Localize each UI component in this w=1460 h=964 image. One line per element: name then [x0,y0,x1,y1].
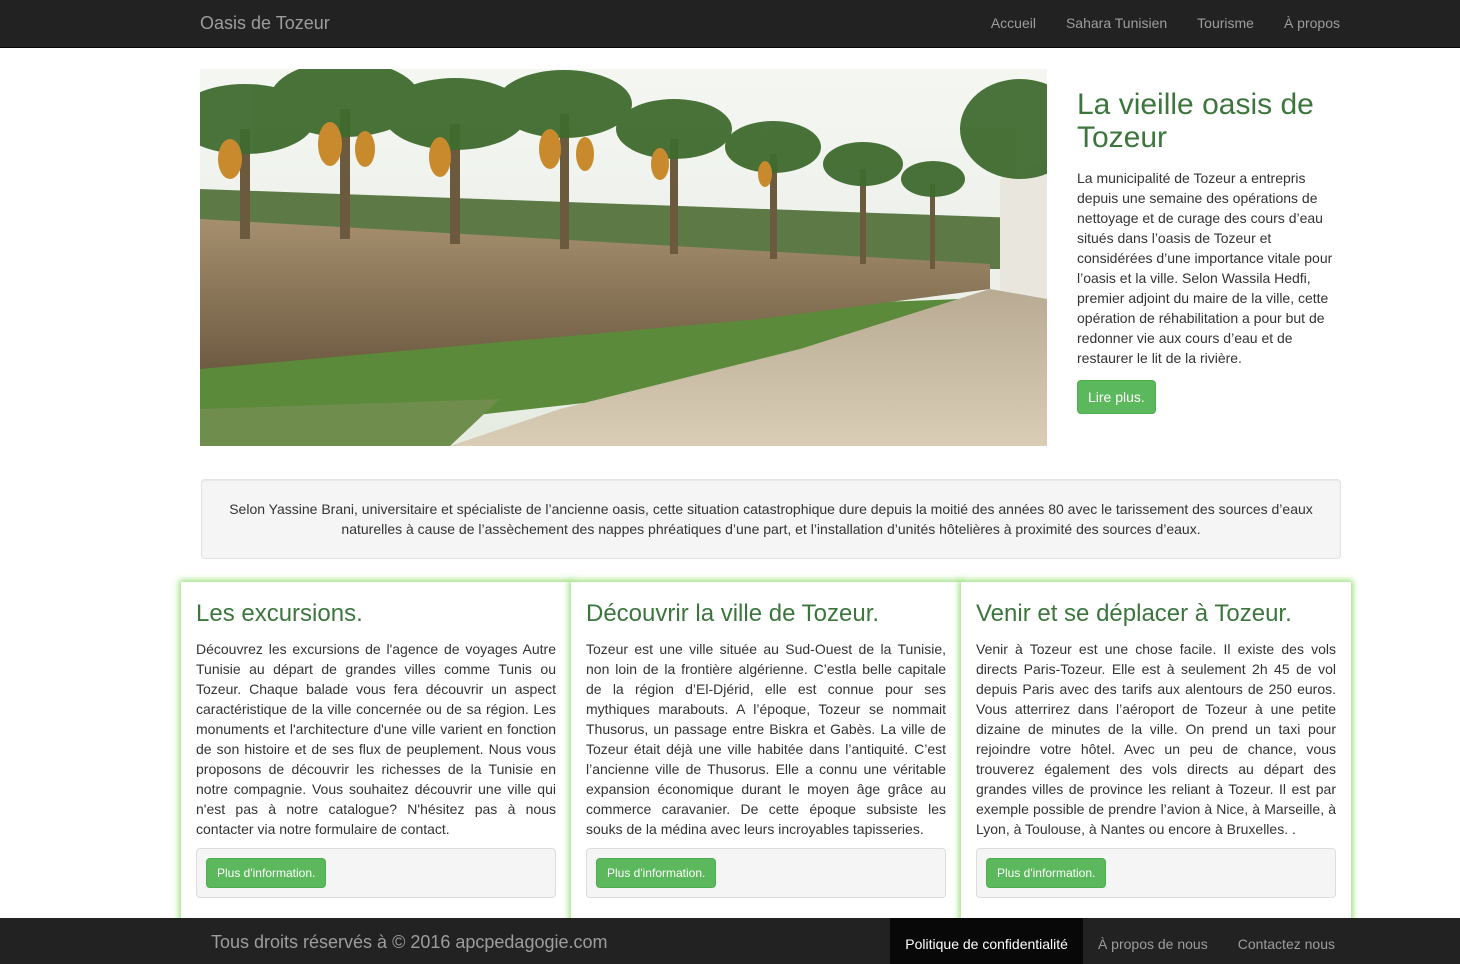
more-info-button[interactable]: Plus d'information. [986,858,1107,888]
hero-text-block: La vieille oasis de Tozeur La municipali… [1077,88,1339,414]
card-body: Découvrez les excursions de l'agence de … [196,641,556,837]
card-excursions: Les excursions. Découvrez les excursions… [181,582,571,927]
footer-link-about[interactable]: À propos de nous [1083,918,1223,964]
footer-link-privacy[interactable]: Politique de confidentialité [890,918,1083,964]
footer-link-contact[interactable]: Contactez nous [1223,918,1350,964]
card-decouvrir-tozeur: Découvrir la ville de Tozeur. Tozeur est… [571,582,961,927]
main-nav: Accueil Sahara Tunisien Tourisme À propo… [976,0,1340,48]
card-venir-tozeur: Venir et se déplacer à Tozeur. Venir à T… [961,582,1351,927]
quote-text: Selon Yassine Brani, universitaire et sp… [229,501,1313,537]
nav-item-a-propos[interactable]: À propos [1269,0,1340,48]
quote-well: Selon Yassine Brani, universitaire et sp… [201,479,1341,559]
top-navbar: Oasis de Tozeur Accueil Sahara Tunisien … [0,0,1460,48]
card-button-panel: Plus d'information. [586,848,946,898]
more-info-button[interactable]: Plus d'information. [596,858,717,888]
card-button-panel: Plus d'information. [196,848,556,898]
footer-nav: Politique de confidentialité À propos de… [890,918,1350,964]
card-title: Venir et se déplacer à Tozeur. [976,600,1292,627]
copyright-text: Tous droits réservés à © 2016 apcpedagog… [211,932,608,952]
nav-item-tourisme[interactable]: Tourisme [1182,0,1269,48]
hero-body: La municipalité de Tozeur a entrepris de… [1077,170,1333,366]
palm-oasis-photo-icon [200,69,1047,446]
card-button-panel: Plus d'information. [976,848,1336,898]
read-more-button[interactable]: Lire plus. [1077,380,1156,414]
nav-item-sahara-tunisien[interactable]: Sahara Tunisien [1051,0,1182,48]
card-title: Les excursions. [196,600,363,627]
card-title: Découvrir la ville de Tozeur. [586,600,880,627]
nav-item-accueil[interactable]: Accueil [976,0,1051,48]
card-body: Tozeur est une ville située au Sud-Ouest… [586,641,946,837]
footer-bar: Tous droits réservés à © 2016 apcpedagog… [0,918,1460,964]
card-body: Venir à Tozeur est une chose facile. Il … [976,641,1336,837]
hero-title: La vieille oasis de Tozeur [1077,88,1314,154]
more-info-button[interactable]: Plus d'information. [206,858,327,888]
brand-link[interactable]: Oasis de Tozeur [200,12,330,34]
